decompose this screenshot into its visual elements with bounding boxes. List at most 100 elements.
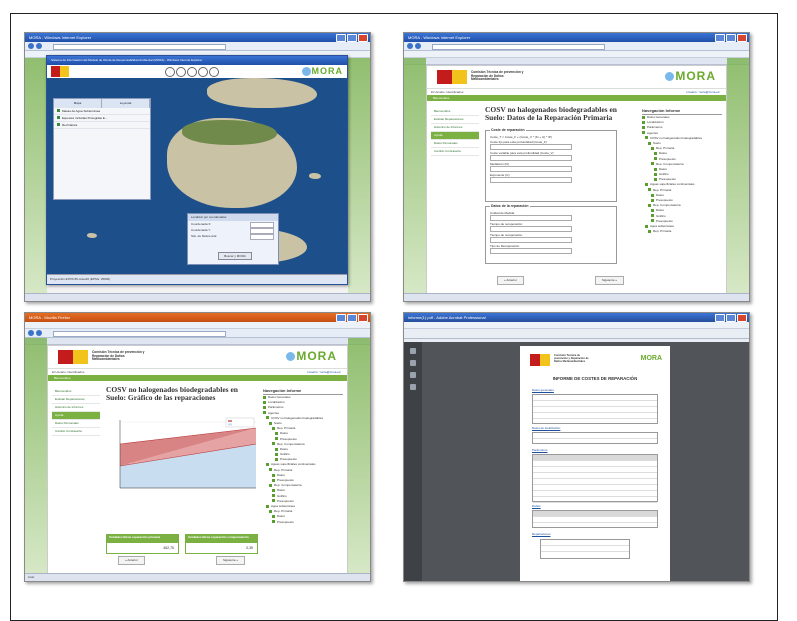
coat-of-arms-logo bbox=[530, 354, 550, 366]
layer-item[interactable]: Masas de Agua Subterránea bbox=[54, 108, 150, 115]
layer-item[interactable]: Red Natura bbox=[54, 122, 150, 129]
maximize-icon[interactable] bbox=[726, 34, 736, 42]
maximize-icon[interactable] bbox=[347, 34, 357, 42]
bookmarks-icon[interactable] bbox=[410, 360, 416, 366]
text-input[interactable] bbox=[490, 177, 572, 183]
folder-icon bbox=[272, 442, 275, 446]
minimize-icon[interactable] bbox=[336, 314, 346, 322]
back-icon[interactable] bbox=[28, 43, 34, 49]
folder-icon bbox=[272, 515, 275, 519]
checkbox-icon[interactable] bbox=[57, 109, 60, 112]
document-area: Comisión Técnica de prevención y Reparac… bbox=[422, 342, 749, 581]
chart-legend bbox=[225, 417, 255, 428]
layer-item[interactable]: Especies Incluidas Protegidas E... bbox=[54, 115, 150, 122]
search-mora-button[interactable]: Buscar y MORA bbox=[218, 252, 252, 260]
leaves-right bbox=[348, 338, 370, 574]
tree-node-label: Aguas superficiales continentales bbox=[650, 182, 695, 187]
tree-node-label: Rep. Compensatoria bbox=[653, 203, 681, 208]
folder-icon bbox=[263, 400, 266, 404]
zoom-in-icon[interactable] bbox=[165, 67, 175, 77]
checkbox-icon[interactable] bbox=[57, 123, 60, 126]
maximize-icon[interactable] bbox=[726, 314, 736, 322]
nav-item-active[interactable]: Ayuda bbox=[431, 132, 479, 140]
tree-node-label: Rep. Primaria bbox=[656, 146, 675, 151]
nav-item[interactable]: Historico de Informes bbox=[52, 404, 100, 412]
folder-icon bbox=[272, 426, 275, 430]
url-field[interactable] bbox=[432, 44, 605, 50]
tab-leyenda[interactable]: Leyenda bbox=[102, 99, 150, 108]
tree-node-label: Rep. Compensatoria bbox=[274, 483, 302, 488]
tree-node[interactable]: Rep. Primaria bbox=[642, 229, 722, 234]
folder-icon bbox=[648, 203, 651, 207]
tree-node-label: Datos bbox=[656, 192, 664, 197]
close-icon[interactable] bbox=[737, 34, 747, 42]
nav-item[interactable]: Datos Personales bbox=[52, 420, 100, 428]
menu-bar bbox=[25, 322, 370, 329]
tree-node[interactable]: Presupuesto bbox=[263, 520, 343, 525]
nav-item-active[interactable]: Ayuda bbox=[52, 412, 100, 420]
tree-node-label: Datos Generales bbox=[268, 395, 291, 399]
back-icon[interactable] bbox=[407, 43, 413, 49]
close-icon[interactable] bbox=[737, 314, 747, 322]
measure-icon[interactable] bbox=[209, 67, 219, 77]
menu-bar bbox=[404, 322, 749, 329]
map-view[interactable]: Mapa Leyenda Masas de Agua Subterránea E… bbox=[47, 78, 347, 275]
nav-item[interactable]: Datos Personales bbox=[431, 140, 479, 148]
url-field[interactable] bbox=[53, 331, 226, 337]
folder-icon bbox=[275, 457, 278, 461]
tab-bar bbox=[25, 338, 370, 345]
minimize-icon[interactable] bbox=[715, 314, 725, 322]
welcome-bar: Bienvenidos bbox=[48, 375, 347, 381]
reference-system-select[interactable] bbox=[250, 234, 274, 240]
tree-node-label: Agentes bbox=[647, 130, 659, 135]
nav-item[interactable]: Bienvenidos bbox=[52, 388, 100, 396]
folder-icon bbox=[642, 126, 645, 130]
repairs-box bbox=[540, 539, 630, 559]
forward-icon[interactable] bbox=[36, 43, 42, 49]
nav-item[interactable]: Cambio Contraseña bbox=[52, 428, 100, 436]
back-icon[interactable] bbox=[28, 330, 34, 336]
url-field[interactable] bbox=[53, 44, 226, 50]
nav-item[interactable]: Evaluar Reparaciones bbox=[52, 396, 100, 404]
tab-mapa[interactable]: Mapa bbox=[54, 99, 102, 108]
tree-node-label: Rep. Compensatoria bbox=[656, 161, 684, 166]
status-bar bbox=[404, 293, 749, 301]
minimize-icon[interactable] bbox=[336, 34, 346, 42]
forward-icon[interactable] bbox=[36, 330, 42, 336]
info-icon[interactable] bbox=[198, 67, 208, 77]
next-button[interactable]: Siguiente » bbox=[595, 276, 625, 285]
navigation-pane bbox=[404, 342, 422, 581]
nav-item[interactable]: Cambio Contraseña bbox=[431, 148, 479, 156]
nav-item[interactable]: Evaluar Reparaciones bbox=[431, 116, 479, 124]
tree-node-label: Datos bbox=[277, 514, 285, 519]
screenshot-chart: MORA - Mozilla Firefox Comisión Técnica … bbox=[24, 312, 371, 582]
zoom-out-icon[interactable] bbox=[176, 67, 186, 77]
maximize-icon[interactable] bbox=[347, 314, 357, 322]
nav-item[interactable]: Historico de Informes bbox=[431, 124, 479, 132]
attachments-icon[interactable] bbox=[410, 372, 416, 378]
forward-icon[interactable] bbox=[415, 43, 421, 49]
coat-of-arms-logo bbox=[51, 66, 69, 77]
next-button[interactable]: Siguiente » bbox=[216, 556, 246, 565]
previous-button[interactable]: « Anterior bbox=[497, 276, 524, 285]
close-icon[interactable] bbox=[358, 34, 368, 42]
pages-icon[interactable] bbox=[410, 348, 416, 354]
previous-button[interactable]: « Anterior bbox=[118, 556, 145, 565]
close-icon[interactable] bbox=[358, 314, 368, 322]
minimize-icon[interactable] bbox=[715, 34, 725, 42]
tree-node-label: Suelo bbox=[274, 420, 282, 425]
tree-node-label: Presupuesto bbox=[277, 478, 294, 482]
tree-node-label: Datos bbox=[277, 488, 285, 493]
tree-node-label: Rep. Primaria bbox=[653, 187, 672, 192]
navigation-title: Navegación Informe bbox=[263, 388, 343, 395]
pan-icon[interactable] bbox=[187, 67, 197, 77]
comments-icon[interactable] bbox=[410, 384, 416, 390]
checkbox-icon[interactable] bbox=[57, 116, 60, 119]
screenshot-map: MORA - Windows Internet Explorer Sistema… bbox=[24, 32, 371, 302]
folder-icon bbox=[266, 416, 269, 420]
nav-item[interactable]: Bienvenidos bbox=[431, 108, 479, 116]
text-input[interactable] bbox=[490, 248, 572, 254]
tree-node-label: COSV no halogenados biodegradables bbox=[650, 135, 703, 140]
folder-icon bbox=[645, 224, 648, 228]
window-titlebar: informe(1).pdf - Adobe Acrobat Professio… bbox=[404, 313, 749, 322]
